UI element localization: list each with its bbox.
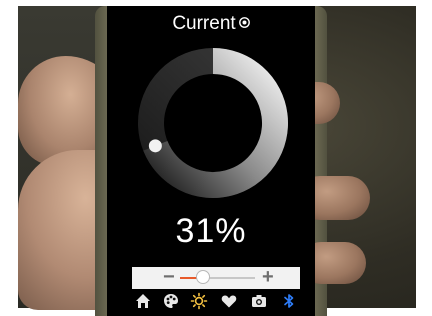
bluetooth-icon	[280, 292, 300, 310]
dial-knob[interactable]	[148, 139, 162, 153]
brightness-dial[interactable]	[132, 42, 294, 204]
brightness-percent: 31%	[175, 212, 247, 250]
photo: Current 31% − +	[0, 0, 432, 316]
sun-icon	[190, 292, 210, 310]
screen-title: Current	[107, 12, 315, 35]
heart-icon	[220, 292, 240, 310]
slider-minus-button[interactable]: −	[163, 265, 175, 289]
home-icon	[134, 292, 154, 310]
tab-bluetooth[interactable]	[280, 292, 300, 310]
tab-favorites[interactable]	[220, 292, 240, 310]
tab-home[interactable]	[134, 292, 154, 310]
camera-icon	[250, 292, 270, 310]
tab-brightness[interactable]	[190, 292, 210, 310]
palette-icon	[162, 292, 182, 310]
tab-camera[interactable]	[250, 292, 270, 310]
tab-palette[interactable]	[162, 292, 182, 310]
tab-bar	[132, 290, 300, 312]
slider-plus-button[interactable]: +	[262, 265, 274, 289]
gear-icon[interactable]	[238, 12, 250, 28]
title-text: Current	[172, 13, 236, 34]
